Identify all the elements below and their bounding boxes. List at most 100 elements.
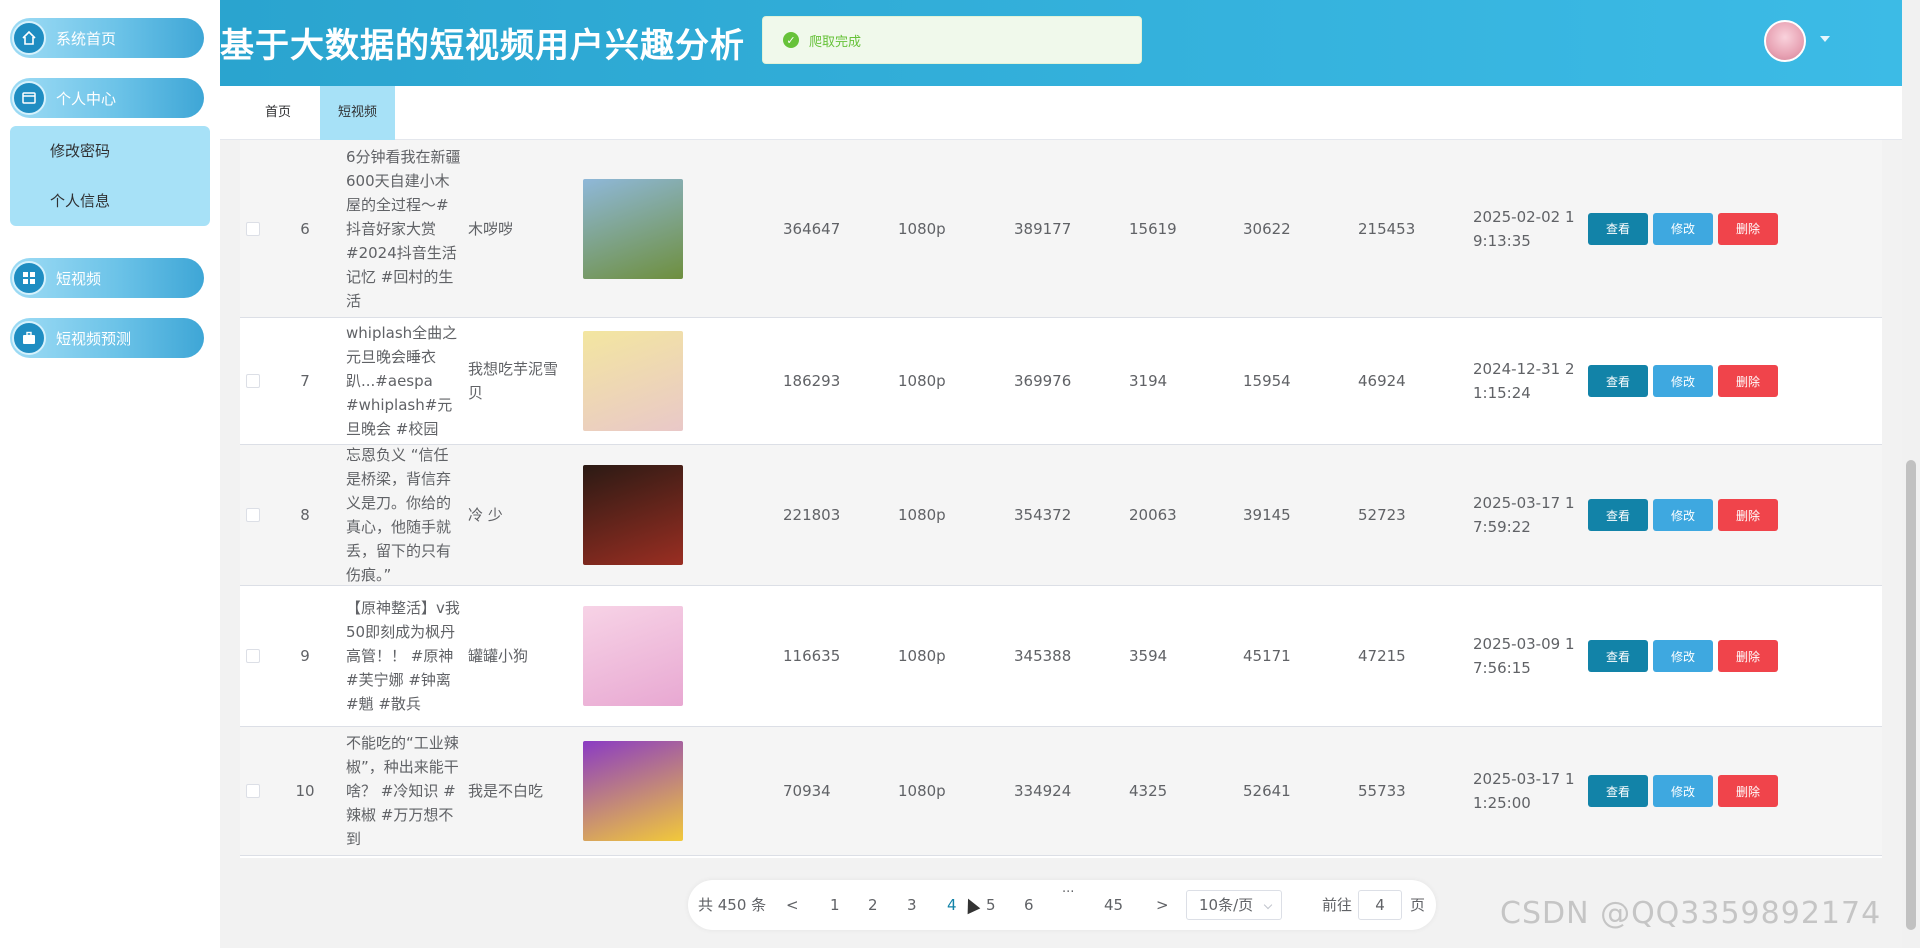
menu-video[interactable]: 短视频 [10,258,204,298]
row-index: 10 [295,782,315,800]
prev-page-button[interactable]: < [786,880,799,930]
publish-time: 2025-03-17 17:59:22 [1473,494,1575,536]
favorite-count: 52723 [1358,506,1406,524]
page-6[interactable]: 6 [1024,880,1034,930]
grid-icon [12,261,46,295]
favorite-count: 55733 [1358,782,1406,800]
view-button[interactable]: 查看 [1588,365,1648,397]
page-scrollbar[interactable] [1902,0,1920,948]
video-title: 不能吃的“工业辣椒”，种出来能干啥？ #冷知识 #辣椒 #万万想不到 [346,734,459,848]
comment-count: 4325 [1129,782,1168,800]
like-count: 369976 [1014,372,1072,390]
video-title: whiplash全曲之元旦晚会睡衣趴...#aespa #whiplash#元旦… [346,324,458,438]
page-size-select[interactable]: 10条/页 [1186,890,1282,920]
menu-personal[interactable]: 个人中心 [10,78,204,118]
delete-button[interactable]: 删除 [1718,775,1778,807]
row-checkbox[interactable] [246,649,260,663]
pagination: 共 450 条 < 1 2 3 4 5 6 ··· 45 > 10条/页 前往 … [688,880,1436,930]
publish-time: 2025-03-17 11:25:00 [1473,770,1575,812]
play-count: 364647 [783,219,841,238]
delete-button[interactable]: 删除 [1718,365,1778,397]
row-index: 7 [300,372,310,390]
home-icon [12,21,46,55]
table-row: 8 忘恩负义 “信任是桥梁，背信弃义是刀。你给的真心，他随手就丢，留下的只有伤痕… [240,445,1882,586]
row-checkbox[interactable] [246,374,260,388]
goto-label: 前往 [1322,896,1353,914]
menu-home-label: 系统首页 [56,29,117,48]
table-row: 9 【原神整活】v我50即刻成为枫丹高管！！ #原神 #芙宁娜 #钟离 #魈 #… [240,586,1882,727]
publish-time: 2024-12-31 21:15:24 [1473,360,1575,402]
row-index: 8 [300,506,310,524]
play-count: 186293 [783,372,841,390]
table-row: 7 whiplash全曲之元旦晚会睡衣趴...#aespa #whiplash#… [240,318,1882,445]
card-icon [12,81,46,115]
row-index: 6 [300,219,310,238]
pagination-total: 共 450 条 [698,896,767,914]
resolution: 1080p [898,647,946,665]
comment-count: 20063 [1129,506,1177,524]
resolution: 1080p [898,219,946,238]
table-row: 6 6分钟看我在新疆600天自建小木屋的全过程～#抖音好家大赏 #2024抖音生… [240,140,1882,318]
edit-button[interactable]: 修改 [1653,775,1713,807]
video-author: 我想吃芋泥雪贝 [468,360,559,402]
delete-button[interactable]: 删除 [1718,640,1778,672]
edit-button[interactable]: 修改 [1653,212,1713,245]
edit-button[interactable]: 修改 [1653,499,1713,531]
success-toast: ✓ 爬取完成 [762,16,1142,64]
page-45[interactable]: 45 [1104,880,1123,930]
edit-button[interactable]: 修改 [1653,640,1713,672]
view-button[interactable]: 查看 [1588,499,1648,531]
video-title: 【原神整活】v我50即刻成为枫丹高管！！ #原神 #芙宁娜 #钟离 #魈 #散兵 [346,599,460,713]
edit-button[interactable]: 修改 [1653,365,1713,397]
row-checkbox[interactable] [246,221,260,236]
page-2[interactable]: 2 [868,880,878,930]
share-count: 45171 [1243,647,1291,665]
share-count: 39145 [1243,506,1291,524]
video-thumbnail [583,178,683,279]
menu-video-label: 短视频 [56,269,102,288]
watermark: CSDN @QQ3359892174 [1500,896,1882,931]
avatar[interactable] [1764,20,1806,62]
table-row: 10 不能吃的“工业辣椒”，种出来能干啥？ #冷知识 #辣椒 #万万想不到 我是… [240,727,1882,856]
page-unit-label: 页 [1410,896,1426,914]
chevron-down-icon [1263,900,1273,910]
app-title: 基于大数据的短视频用户兴趣分析 [220,26,745,66]
goto-page-input[interactable]: 4 [1358,890,1402,920]
page-5[interactable]: 5 [986,880,996,930]
resolution: 1080p [898,506,946,524]
more-pages-ellipsis[interactable]: ··· [1062,880,1074,930]
page-3[interactable]: 3 [907,880,917,930]
favorite-count: 215453 [1358,219,1416,238]
row-checkbox[interactable] [246,784,260,798]
menu-home[interactable]: 系统首页 [10,18,204,58]
video-thumbnail [583,331,683,431]
like-count: 354372 [1014,506,1072,524]
scrollbar-thumb[interactable] [1906,460,1916,930]
page-4[interactable]: 4 [947,880,957,930]
share-count: 52641 [1243,782,1291,800]
view-button[interactable]: 查看 [1588,640,1648,672]
tab-home[interactable]: 首页 [247,86,309,140]
delete-button[interactable]: 删除 [1718,499,1778,531]
page-1[interactable]: 1 [830,880,840,930]
video-thumbnail [583,606,683,706]
row-checkbox[interactable] [246,508,260,522]
like-count: 334924 [1014,782,1072,800]
caret-down-icon[interactable] [1820,36,1830,42]
tab-video[interactable]: 短视频 [320,86,396,140]
submenu-profile[interactable]: 个人信息 [10,176,210,226]
menu-personal-label: 个人中心 [56,89,117,108]
delete-button[interactable]: 删除 [1718,212,1778,245]
view-button[interactable]: 查看 [1588,775,1648,807]
publish-time: 2025-02-02 19:13:35 [1473,207,1575,250]
sidebar: 系统首页 个人中心 修改密码 个人信息 短视频 短视频预测 [0,0,220,948]
next-page-button[interactable]: > [1156,880,1169,930]
menu-predict[interactable]: 短视频预测 [10,318,204,358]
view-button[interactable]: 查看 [1588,212,1648,245]
comment-count: 3194 [1129,372,1168,390]
check-circle-icon: ✓ [783,32,799,48]
favorite-count: 46924 [1358,372,1406,390]
video-author: 我是不白吃 [468,782,544,800]
submenu-change-password[interactable]: 修改密码 [10,126,210,176]
like-count: 345388 [1014,647,1072,665]
